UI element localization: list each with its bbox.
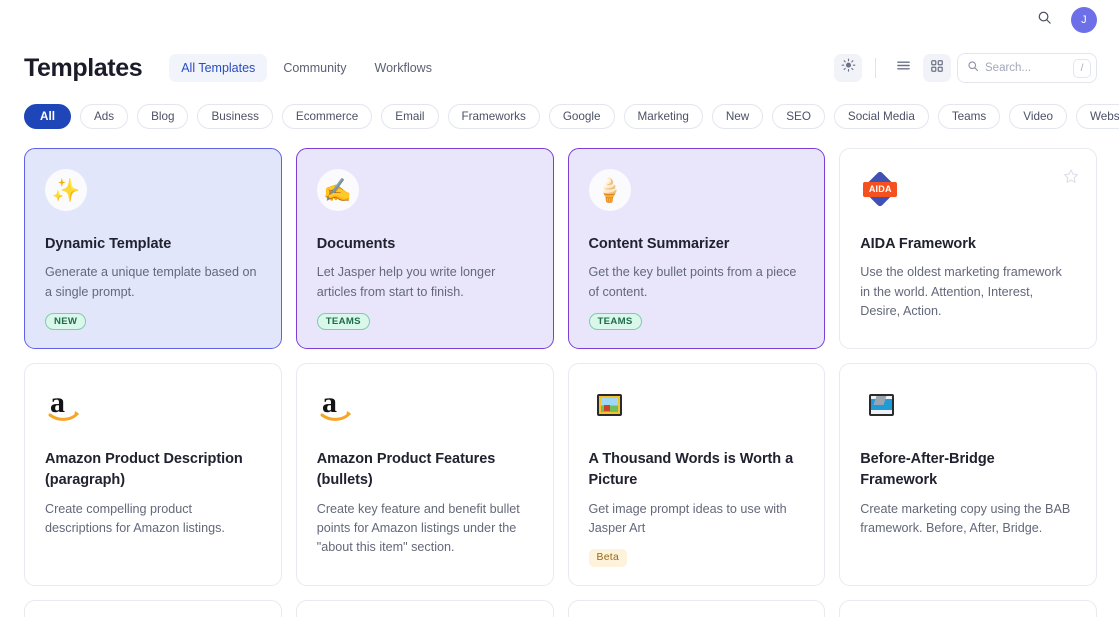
search-icon bbox=[967, 59, 979, 77]
card-description: Create key feature and benefit bullet po… bbox=[317, 500, 531, 557]
filter-pill-new[interactable]: New bbox=[712, 104, 763, 129]
template-card-row3-4[interactable] bbox=[839, 600, 1097, 617]
filter-pill-website[interactable]: Website bbox=[1076, 104, 1119, 129]
filter-pill-frameworks[interactable]: Frameworks bbox=[448, 104, 540, 129]
search-box[interactable]: / bbox=[957, 53, 1097, 83]
filter-pill-business[interactable]: Business bbox=[197, 104, 272, 129]
template-card-amazon-product-description[interactable]: a Amazon Product Description (paragraph)… bbox=[24, 363, 282, 586]
filter-pill-email[interactable]: Email bbox=[381, 104, 438, 129]
status-badge: TEAMS bbox=[317, 313, 370, 330]
template-card-row3-2[interactable] bbox=[296, 600, 554, 617]
filter-pill-blog[interactable]: Blog bbox=[137, 104, 188, 129]
ideas-button[interactable] bbox=[834, 54, 862, 82]
tab-community[interactable]: Community bbox=[271, 54, 358, 82]
card-description: Get image prompt ideas to use with Jaspe… bbox=[589, 500, 803, 538]
avatar-initial: J bbox=[1081, 14, 1087, 26]
filter-pill-video[interactable]: Video bbox=[1009, 104, 1067, 129]
card-description: Create marketing copy using the BAB fram… bbox=[860, 500, 1074, 538]
filter-pill-ecommerce[interactable]: Ecommerce bbox=[282, 104, 372, 129]
view-tabs: All Templates Community Workflows bbox=[169, 54, 444, 82]
template-card-thousand-words[interactable]: A Thousand Words is Worth a Picture Get … bbox=[568, 363, 826, 586]
star-outline-icon[interactable] bbox=[1063, 168, 1079, 184]
global-search-button[interactable] bbox=[1031, 7, 1057, 33]
filter-pill-ads[interactable]: Ads bbox=[80, 104, 128, 129]
global-top-bar: J bbox=[0, 0, 1119, 40]
status-badge: TEAMS bbox=[589, 313, 642, 330]
card-title: A Thousand Words is Worth a Picture bbox=[589, 449, 803, 492]
template-card-aida-framework[interactable]: AIDA AIDA Framework Use the oldest marke… bbox=[839, 148, 1097, 349]
tab-workflows[interactable]: Workflows bbox=[363, 54, 444, 82]
card-title: Before-After-Bridge Framework bbox=[860, 449, 1074, 492]
template-card-dynamic-template[interactable]: ✨ Dynamic Template Generate a unique tem… bbox=[24, 148, 282, 349]
search-input[interactable] bbox=[985, 62, 1067, 74]
search-icon bbox=[1037, 10, 1052, 30]
filter-pill-teams[interactable]: Teams bbox=[938, 104, 1000, 129]
card-title: Amazon Product Description (paragraph) bbox=[45, 449, 259, 492]
card-title: Documents bbox=[317, 234, 531, 255]
header-controls: / bbox=[834, 53, 1097, 83]
template-card-before-after-bridge[interactable]: Before-After-Bridge Framework Create mar… bbox=[839, 363, 1097, 586]
amazon-logo-icon: a bbox=[317, 384, 359, 426]
tab-all-templates[interactable]: All Templates bbox=[169, 54, 267, 82]
list-view-button[interactable] bbox=[889, 54, 917, 82]
soft-ice-cream-icon: 🍦 bbox=[589, 169, 631, 211]
avatar[interactable]: J bbox=[1071, 7, 1097, 33]
divider bbox=[875, 58, 876, 78]
card-title: AIDA Framework bbox=[860, 234, 1074, 255]
filter-pill-google[interactable]: Google bbox=[549, 104, 615, 129]
card-title: Content Summarizer bbox=[589, 234, 803, 255]
card-description: Let Jasper help you write longer article… bbox=[317, 263, 531, 301]
card-description: Get the key bullet points from a piece o… bbox=[589, 263, 803, 301]
template-card-amazon-product-features[interactable]: a Amazon Product Features (bullets) Crea… bbox=[296, 363, 554, 586]
grid-view-icon bbox=[930, 59, 944, 78]
soft-ice-cream-glyph: 🍦 bbox=[595, 179, 624, 202]
bridge-at-night-icon bbox=[860, 384, 902, 426]
template-card-row3-3[interactable] bbox=[568, 600, 826, 617]
aida-badge-icon: AIDA bbox=[860, 169, 902, 211]
framed-picture-icon bbox=[589, 384, 631, 426]
amazon-logo-icon: a bbox=[45, 384, 87, 426]
grid-view-button[interactable] bbox=[923, 54, 951, 82]
template-card-content-summarizer[interactable]: 🍦 Content Summarizer Get the key bullet … bbox=[568, 148, 826, 349]
template-card-row3-1[interactable] bbox=[24, 600, 282, 617]
filter-pill-seo[interactable]: SEO bbox=[772, 104, 825, 129]
filter-pill-marketing[interactable]: Marketing bbox=[624, 104, 703, 129]
svg-text:a: a bbox=[322, 388, 337, 419]
card-description: Create compelling product descriptions f… bbox=[45, 500, 259, 538]
writing-hand-glyph: ✍️ bbox=[323, 179, 352, 202]
writing-hand-icon: ✍️ bbox=[317, 169, 359, 211]
page-header: Templates All Templates Community Workfl… bbox=[0, 40, 1119, 96]
sparkles-icon: ✨ bbox=[45, 169, 87, 211]
filter-pill-all[interactable]: All bbox=[24, 104, 71, 129]
aida-label: AIDA bbox=[863, 182, 897, 197]
template-card-documents[interactable]: ✍️ Documents Let Jasper help you write l… bbox=[296, 148, 554, 349]
card-title: Dynamic Template bbox=[45, 234, 259, 255]
lightbulb-icon bbox=[841, 58, 856, 78]
status-badge: NEW bbox=[45, 313, 86, 330]
card-description: Use the oldest marketing framework in th… bbox=[860, 263, 1074, 320]
svg-text:a: a bbox=[50, 388, 65, 419]
template-card-grid: ✨ Dynamic Template Generate a unique tem… bbox=[0, 136, 1119, 617]
sparkles-glyph: ✨ bbox=[52, 179, 81, 202]
list-view-icon bbox=[896, 58, 911, 78]
filter-pill-social-media[interactable]: Social Media bbox=[834, 104, 929, 129]
page-title: Templates bbox=[24, 54, 142, 83]
category-filter-bar: All Ads Blog Business Ecommerce Email Fr… bbox=[0, 96, 1119, 136]
search-shortcut-key: / bbox=[1073, 59, 1091, 78]
card-title: Amazon Product Features (bullets) bbox=[317, 449, 531, 492]
card-description: Generate a unique template based on a si… bbox=[45, 263, 259, 301]
status-badge: Beta bbox=[589, 549, 628, 567]
